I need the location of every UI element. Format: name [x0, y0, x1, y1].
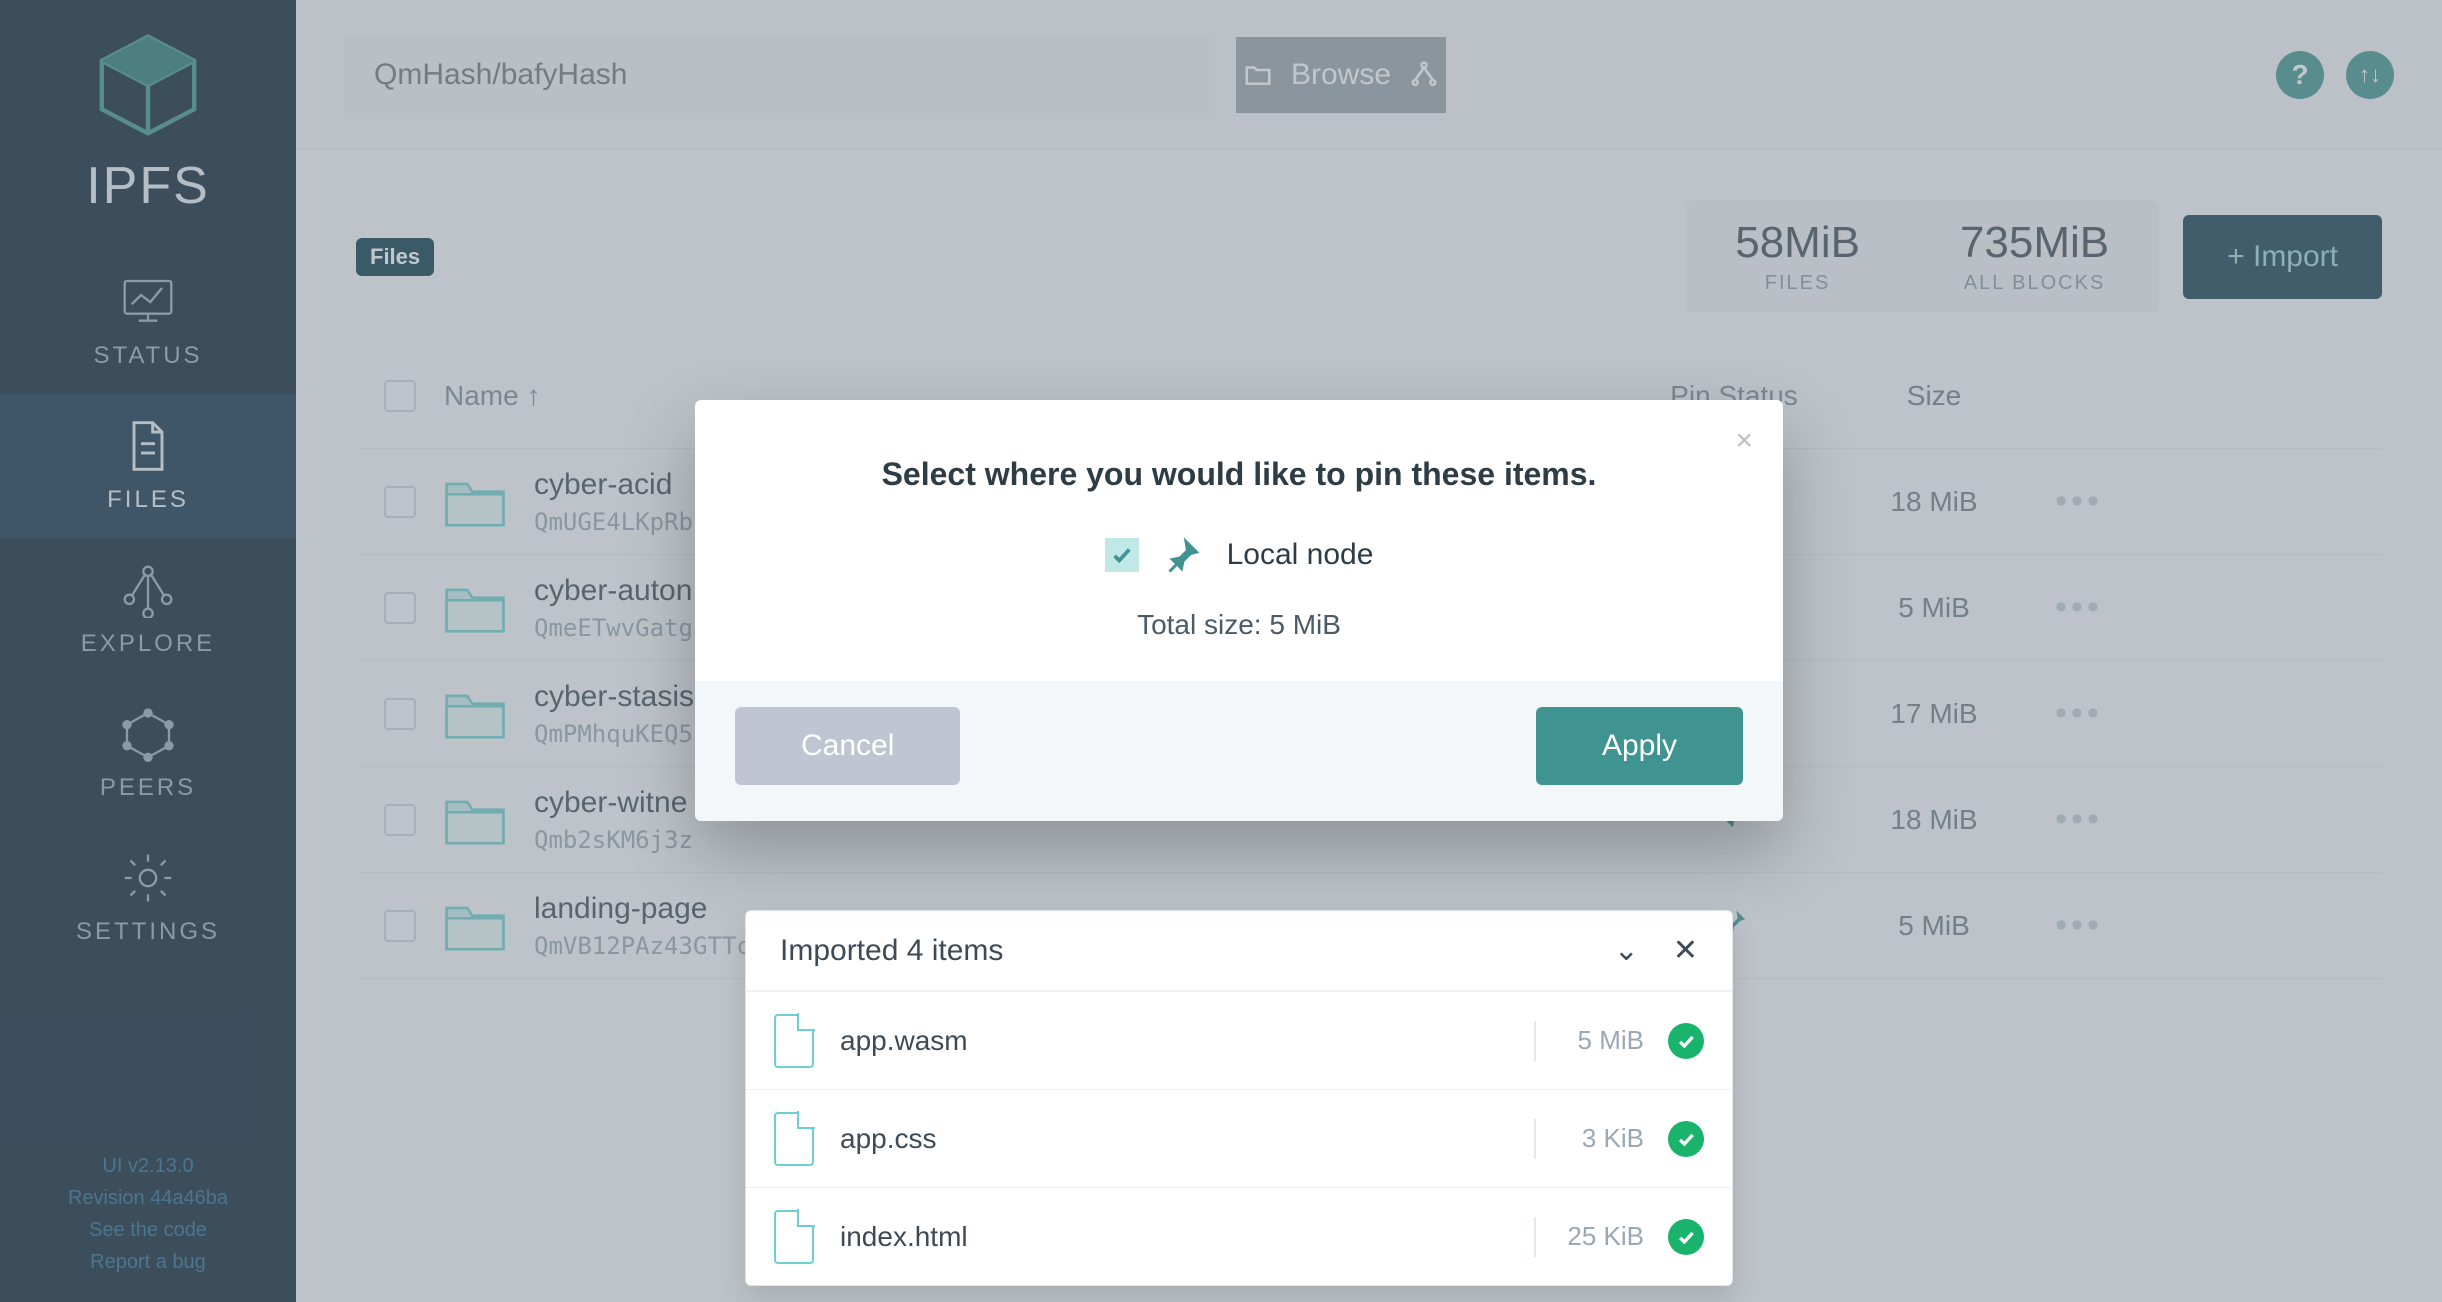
pin-option-checkbox[interactable]: [1105, 538, 1139, 572]
pin-option-label: Local node: [1227, 538, 1374, 572]
check-icon: [1668, 1121, 1704, 1157]
toast-file-size: 5 MiB: [1554, 1025, 1644, 1056]
pin-icon: [1165, 537, 1201, 573]
apply-button[interactable]: Apply: [1536, 707, 1743, 785]
toast-title: Imported 4 items: [780, 934, 1003, 968]
toast-file-size: 25 KiB: [1554, 1221, 1644, 1252]
toast-file-name: app.css: [840, 1123, 937, 1155]
file-icon: [774, 1014, 814, 1068]
toast-file-name: index.html: [840, 1221, 968, 1253]
toast-item: app.css 3 KiB: [746, 1089, 1732, 1187]
toast-collapse-button[interactable]: ⌄: [1614, 933, 1639, 968]
import-toast: Imported 4 items ⌄ ✕ app.wasm 5 MiB app.cs…: [745, 910, 1733, 1286]
toast-item: index.html 25 KiB: [746, 1187, 1732, 1285]
modal-close-button[interactable]: ×: [1735, 424, 1753, 458]
file-icon: [774, 1112, 814, 1166]
toast-file-size: 3 KiB: [1554, 1123, 1644, 1154]
modal-total-size: Total size: 5 MiB: [1137, 609, 1341, 641]
toast-close-button[interactable]: ✕: [1673, 933, 1698, 968]
file-icon: [774, 1210, 814, 1264]
check-icon: [1668, 1219, 1704, 1255]
pin-modal: × Select where you would like to pin the…: [695, 400, 1783, 821]
toast-file-name: app.wasm: [840, 1025, 968, 1057]
modal-title: Select where you would like to pin these…: [695, 400, 1783, 517]
cancel-button[interactable]: Cancel: [735, 707, 960, 785]
pin-option-local[interactable]: Local node: [1105, 537, 1374, 573]
check-icon: [1668, 1023, 1704, 1059]
toast-item: app.wasm 5 MiB: [746, 991, 1732, 1089]
